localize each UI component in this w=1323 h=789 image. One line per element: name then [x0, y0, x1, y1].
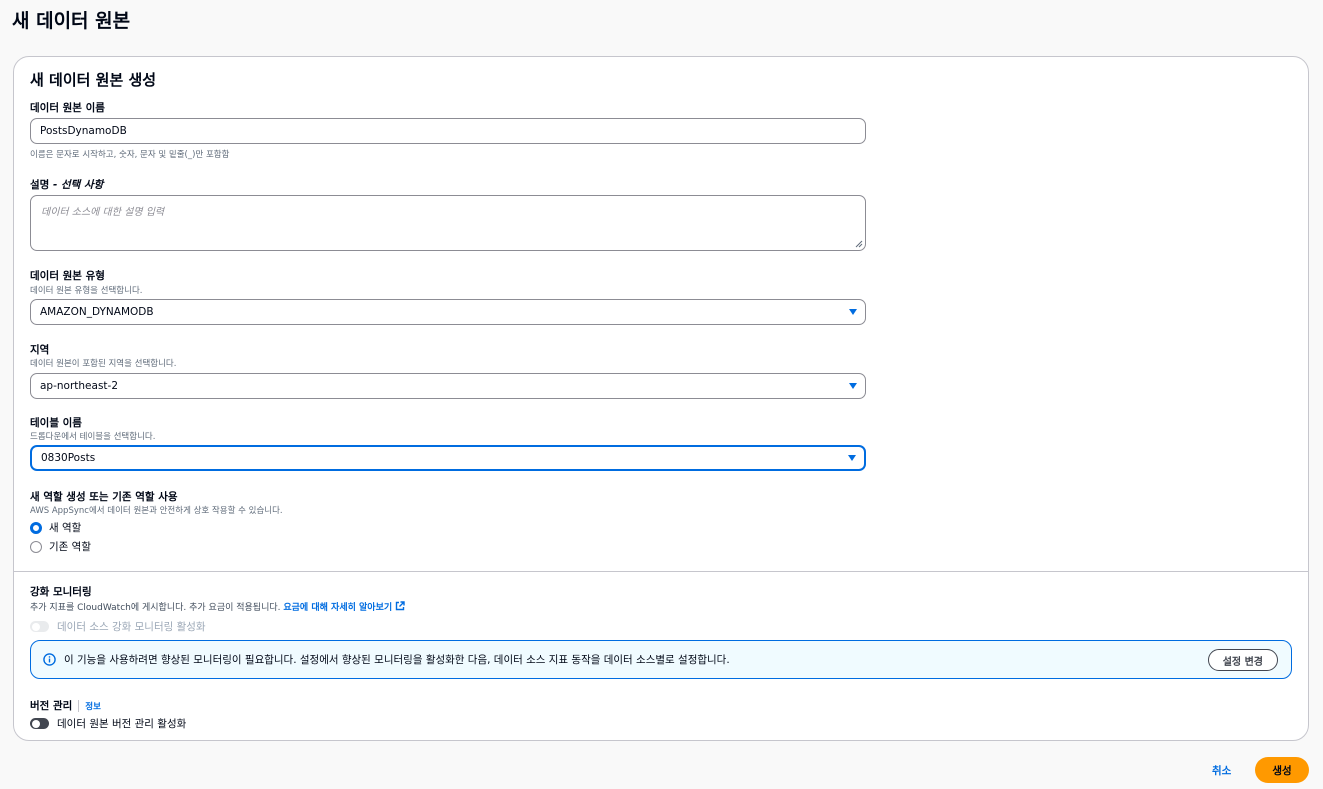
versioning-toggle-label: 데이터 원본 버전 관리 활성화	[57, 718, 187, 730]
monitoring-info-alert: 이 기능을 사용하려면 향상된 모니터링이 필요합니다. 설정에서 향상된 모니…	[30, 640, 1292, 679]
radio-existing-role[interactable]: 기존 역할	[30, 539, 91, 554]
type-hint: 데이터 원본 유형을 선택합니다.	[30, 286, 143, 296]
role-hint: AWS AppSync에서 데이터 원본과 안전하게 상호 작용할 수 있습니다…	[30, 506, 283, 516]
create-button[interactable]: 생성	[1255, 757, 1309, 783]
region-select[interactable]: ap-northeast-2	[30, 373, 866, 399]
name-hint: 이름은 문자로 시작하고, 숫자, 문자 및 밑줄(_)만 포함함	[30, 150, 230, 160]
change-settings-button[interactable]: 설정 변경	[1207, 649, 1278, 671]
table-select-value: 0830Posts	[41, 452, 96, 464]
description-textarea[interactable]: 데이터 소스에 대한 설명 입력	[30, 195, 866, 251]
external-link-icon	[395, 601, 405, 611]
data-source-name-input[interactable]: PostsDynamoDB	[30, 118, 866, 144]
resize-handle-icon[interactable]	[855, 240, 863, 248]
monitoring-toggle	[30, 621, 49, 632]
region-hint: 데이터 원본이 포함된 지역을 선택합니다.	[30, 359, 177, 369]
radio-button-checked[interactable]	[30, 521, 42, 534]
caret-down-icon	[849, 383, 857, 389]
pricing-learn-more-link[interactable]: 요금에 대해 자세히 알아보기	[283, 601, 405, 613]
monitoring-toggle-row: 데이터 소스 강화 모니터링 활성화	[30, 619, 206, 634]
caret-down-icon	[849, 309, 857, 315]
info-icon	[43, 653, 56, 666]
alert-text: 이 기능을 사용하려면 향상된 모니터링이 필요합니다. 설정에서 향상된 모니…	[64, 654, 730, 666]
description-placeholder: 데이터 소스에 대한 설명 입력	[41, 207, 165, 218]
data-source-name-value: PostsDynamoDB	[40, 125, 127, 137]
versioning-label-row: 버전 관리 정보	[30, 698, 101, 713]
versioning-toggle-row[interactable]: 데이터 원본 버전 관리 활성화	[30, 716, 186, 731]
data-source-type-select[interactable]: AMAZON_DYNAMODB	[30, 299, 866, 325]
region-select-value: ap-northeast-2	[40, 380, 119, 392]
create-data-source-card: 새 데이터 원본 생성 데이터 원본 이름 PostsDynamoDB 이름은 …	[13, 56, 1309, 741]
region-label: 지역	[30, 344, 50, 356]
radio-new-role-label: 새 역할	[49, 522, 82, 534]
role-label: 새 역할 생성 또는 기존 역할 사용	[30, 491, 178, 503]
monitoring-hint-row: 추가 지표를 CloudWatch에 게시합니다. 추가 요금이 적용됩니다. …	[30, 600, 405, 613]
radio-new-role[interactable]: 새 역할	[30, 520, 81, 535]
description-label-text: 설명	[30, 179, 50, 191]
description-label: 설명 - 선택 사항	[30, 177, 103, 192]
description-optional-text: - 선택 사항	[52, 179, 104, 191]
type-label: 데이터 원본 유형	[30, 270, 105, 282]
versioning-label: 버전 관리	[30, 700, 73, 712]
radio-button-unchecked[interactable]	[30, 540, 42, 553]
monitoring-hint: 추가 지표를 CloudWatch에 게시합니다. 추가 요금이 적용됩니다.	[30, 603, 281, 613]
section-divider	[14, 571, 1308, 572]
table-hint: 드롭다운에서 테이블을 선택합니다.	[30, 432, 156, 442]
cancel-button[interactable]: 취소	[1212, 763, 1231, 778]
monitoring-toggle-label: 데이터 소스 강화 모니터링 활성화	[57, 621, 206, 633]
table-label: 테이블 이름	[30, 417, 82, 429]
caret-down-icon	[848, 455, 856, 461]
page-title: 새 데이터 원본	[12, 10, 131, 32]
card-title: 새 데이터 원본 생성	[30, 71, 157, 89]
versioning-toggle[interactable]	[30, 718, 49, 729]
versioning-info-link[interactable]: 정보	[78, 699, 101, 712]
monitoring-label: 강화 모니터링	[30, 586, 92, 598]
table-name-select[interactable]: 0830Posts	[30, 445, 866, 471]
type-select-value: AMAZON_DYNAMODB	[40, 306, 154, 318]
name-label: 데이터 원본 이름	[30, 102, 105, 114]
radio-existing-role-label: 기존 역할	[49, 541, 91, 553]
pricing-link-text: 요금에 대해 자세히 알아보기	[283, 603, 393, 613]
